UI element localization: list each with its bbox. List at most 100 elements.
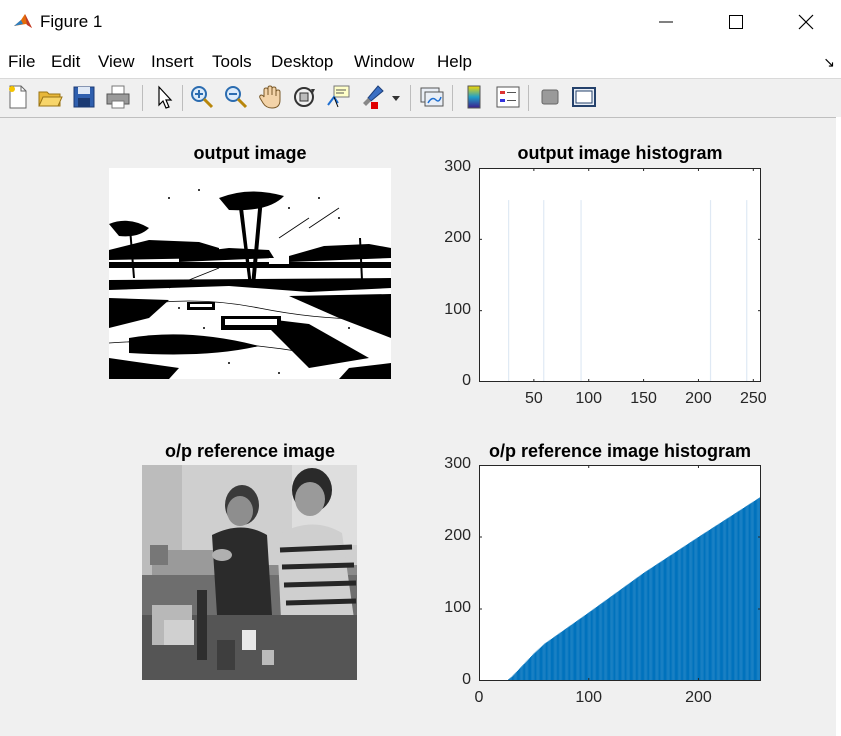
chart-2-bar xyxy=(726,518,728,681)
chart-2-bar xyxy=(707,530,709,681)
chart-2-bar xyxy=(519,668,521,681)
toolbar-separator xyxy=(182,85,183,111)
chart-2-bar xyxy=(588,612,590,681)
title-bar: Figure 1 xyxy=(0,0,841,44)
legend-icon[interactable] xyxy=(494,83,522,111)
chart-2-bar xyxy=(532,654,534,681)
toolbar-separator xyxy=(142,85,143,111)
chart-2-bar xyxy=(544,643,546,681)
chart-2-bar xyxy=(754,500,757,681)
chart-2-bar xyxy=(574,621,577,681)
chart-2-xtick-label: 200 xyxy=(685,689,712,706)
new-figure-icon[interactable] xyxy=(4,83,32,111)
chart-2-bar xyxy=(581,617,583,681)
chart-2-bar xyxy=(636,577,638,681)
chart-2-bar xyxy=(647,570,649,681)
open-file-icon[interactable] xyxy=(36,83,64,111)
matlab-app-icon xyxy=(12,11,34,33)
chart-1-bar xyxy=(746,200,748,382)
chart-2-bar xyxy=(547,641,549,681)
chart-2-bar xyxy=(634,579,636,681)
chart-2-bar xyxy=(569,625,571,681)
chart-2-ytick-label: 200 xyxy=(444,527,471,544)
chart-2-bar xyxy=(596,606,599,681)
chart-2-bar xyxy=(627,584,629,681)
chart-2-bar xyxy=(580,618,582,681)
chart-2-bar xyxy=(526,660,528,681)
chart-2-bar xyxy=(725,519,727,681)
menu-window[interactable]: Window xyxy=(354,52,414,72)
zoom-in-icon[interactable] xyxy=(188,83,216,111)
close-button[interactable] xyxy=(771,0,841,44)
zoom-out-icon[interactable] xyxy=(222,83,250,111)
chart-1-ytick-label: 300 xyxy=(444,158,471,175)
save-icon[interactable] xyxy=(70,83,98,111)
pan-hand-icon[interactable] xyxy=(256,83,284,111)
chart-2-bar xyxy=(601,603,603,681)
chart-2-bar xyxy=(591,610,593,681)
chart-2-bar xyxy=(623,587,625,681)
menu-file[interactable]: File xyxy=(8,52,35,72)
rotate-3d-icon[interactable] xyxy=(290,83,318,111)
chart-2-bar xyxy=(728,517,730,681)
chart-2-bar xyxy=(709,529,712,681)
chart-2-bar xyxy=(598,605,600,681)
chart-2-bar xyxy=(669,555,671,681)
chart-2-bar xyxy=(685,544,687,681)
chart-2-bar xyxy=(751,502,753,681)
chart-2-bar xyxy=(649,568,651,681)
chart-2-bar xyxy=(562,630,565,681)
chart-1-ytick-label: 200 xyxy=(444,229,471,247)
chart-2-bar xyxy=(542,645,544,681)
chart-2-bar xyxy=(653,565,656,681)
menu-edit[interactable]: Edit xyxy=(51,52,80,72)
brush-dropdown-arrow-icon[interactable] xyxy=(389,83,403,111)
chart-2-bar xyxy=(534,652,536,681)
chart-2-bar xyxy=(741,508,743,681)
menu-insert[interactable]: Insert xyxy=(151,52,194,72)
chart-2-bar xyxy=(720,522,723,681)
chart-2-bar xyxy=(675,551,678,681)
chart-2-bar xyxy=(546,642,548,681)
chart-2-bar xyxy=(576,621,578,681)
menu-view[interactable]: View xyxy=(98,52,135,72)
print-icon[interactable] xyxy=(104,83,132,111)
colorbar-icon[interactable] xyxy=(460,83,488,111)
chart-2-bar xyxy=(727,517,729,681)
chart-2-bar xyxy=(711,528,713,681)
chart-2-bar xyxy=(657,563,659,681)
chart-2-bar xyxy=(610,596,612,681)
chart-2-bar xyxy=(612,595,614,681)
chart-2-bar xyxy=(756,499,758,681)
chart-2-bar xyxy=(633,580,635,681)
chart-2-bar xyxy=(701,534,703,681)
chart-2-bar xyxy=(556,635,558,681)
chart-2-bar xyxy=(553,637,555,681)
chart-2-xtick-label: 0 xyxy=(474,689,484,706)
chart-2-bar xyxy=(660,561,662,681)
chart-2-bar xyxy=(560,631,562,681)
chart-2-bar xyxy=(674,552,676,681)
maximize-button[interactable] xyxy=(701,0,771,44)
data-cursor-icon[interactable] xyxy=(324,83,352,111)
chart-2-bar xyxy=(729,516,731,681)
menu-help[interactable]: Help xyxy=(437,52,472,72)
show-plot-tools-icon[interactable] xyxy=(570,83,598,111)
link-plot-icon[interactable] xyxy=(418,83,446,111)
minimize-button[interactable] xyxy=(631,0,701,44)
chart-2-bar xyxy=(704,532,706,681)
hide-plot-tools-icon[interactable] xyxy=(536,83,564,111)
chart-2-bar xyxy=(551,638,554,681)
window-title: Figure 1 xyxy=(40,12,103,31)
dock-arrow-icon[interactable]: ↘ xyxy=(823,54,835,71)
menu-tools[interactable]: Tools xyxy=(212,52,252,72)
chart-2-bar xyxy=(689,542,691,681)
chart-1-title: output image histogram xyxy=(517,143,723,163)
chart-2-bar xyxy=(557,634,559,681)
chart-1-ytick-label: 0 xyxy=(462,372,471,389)
pointer-icon[interactable] xyxy=(150,83,178,111)
chart-2-bar xyxy=(662,560,664,681)
menu-desktop[interactable]: Desktop xyxy=(271,52,333,72)
brush-icon[interactable] xyxy=(358,83,386,111)
chart-2-bar xyxy=(749,503,751,681)
